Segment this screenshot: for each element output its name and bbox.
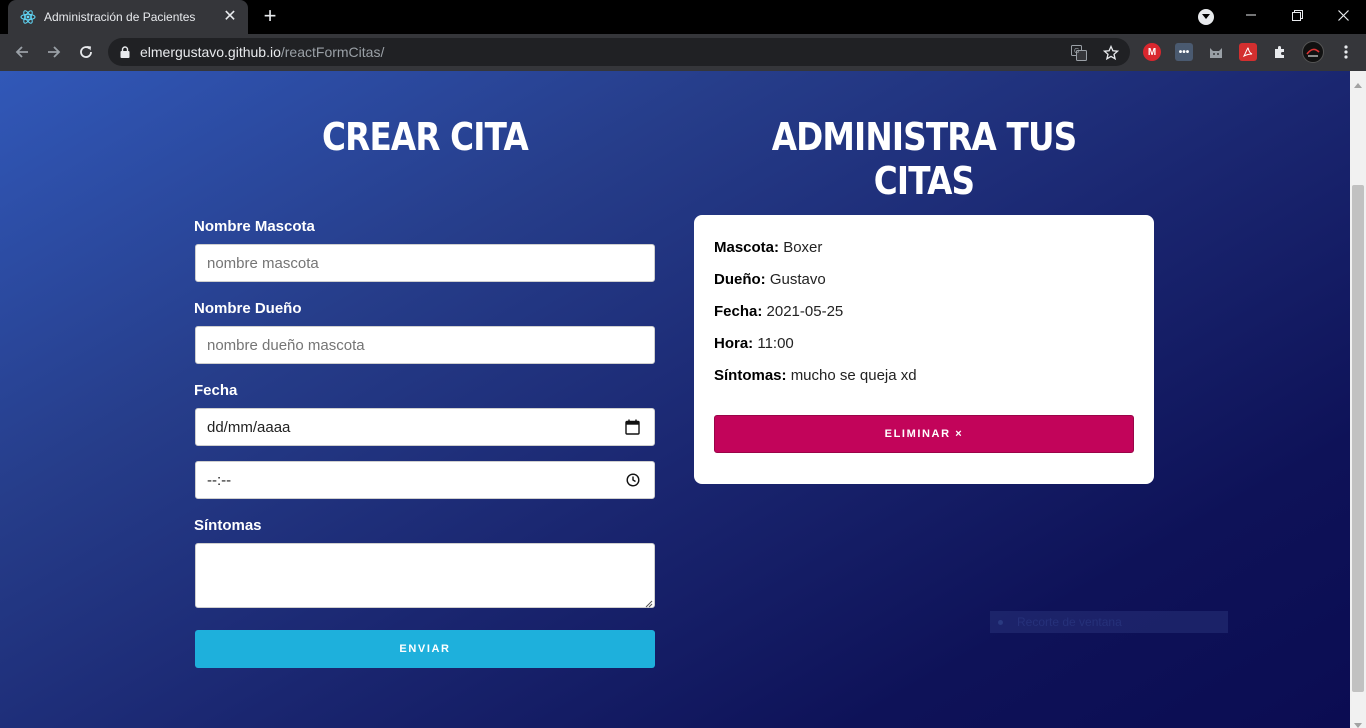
snip-dot-icon [998,619,1003,625]
create-appointment-heading: CREAR CITA [322,115,529,159]
manage-appointments-heading: ADMINISTRA TUS CITAS [771,115,1077,203]
time-value: 11:00 [757,335,794,352]
tab-title: Administración de Pacientes [44,10,196,24]
page-scrollbar[interactable] [1350,71,1366,728]
translate-icon[interactable]: G [1070,44,1088,62]
tab-strip: Administración de Pacientes ✕ + [0,0,1366,34]
date-key: Fecha: [714,303,763,320]
owner-name-label: Nombre Dueño [194,300,302,317]
appointment-symptoms: Síntomas: mucho se queja xd [714,367,917,384]
resize-grip-icon[interactable] [645,595,653,608]
pet-key: Mascota: [714,239,780,256]
date-value: 2021-05-25 [766,303,844,320]
browser-tab[interactable]: Administración de Pacientes ✕ [8,0,248,34]
symptoms-textarea[interactable] [195,543,655,608]
pet-value: Boxer [783,239,823,256]
react-icon [20,9,36,25]
date-input[interactable]: dd/mm/aaaa [195,408,655,446]
browser-toolbar: elmergustavo.github.io/reactFormCitas/ G… [0,34,1366,71]
page-viewport: CREAR CITA ADMINISTRA TUS CITAS Nombre M… [0,71,1350,728]
pet-name-label: Nombre Mascota [194,218,315,235]
time-key: Hora: [714,335,754,352]
bookmark-star-icon[interactable] [1102,44,1120,62]
date-label: Fecha [194,382,238,399]
appointment-owner: Dueño: Gustavo [714,271,826,288]
date-input-value: dd/mm/aaaa [207,418,291,436]
svg-text:G: G [1074,48,1079,55]
reload-icon[interactable] [74,40,98,64]
submit-button[interactable]: ENVIAR [195,630,655,668]
scroll-down-icon[interactable] [1354,716,1362,728]
cat-extension-icon[interactable] [1207,43,1225,61]
owner-name-input[interactable] [195,326,655,364]
browser-menu-icon[interactable] [1334,40,1358,64]
symptoms-key: Síntomas: [714,367,787,384]
time-input-value: --:-- [207,471,232,489]
owner-value: Gustavo [769,271,826,288]
lock-icon[interactable] [120,46,130,58]
appointment-pet: Mascota: Boxer [714,239,822,256]
back-icon[interactable] [10,40,34,64]
appointment-time: Hora: 11:00 [714,335,794,352]
delete-appointment-button[interactable]: ELIMINAR × [714,415,1134,453]
more-dots-extension-icon[interactable]: ••• [1175,43,1193,61]
owner-key: Dueño: [714,271,766,288]
mega-icon[interactable]: M [1143,43,1161,61]
forward-icon[interactable] [42,40,66,64]
clock-icon[interactable] [626,473,640,487]
tab-search-icon[interactable] [1198,9,1214,25]
scroll-up-icon[interactable] [1354,75,1362,88]
url-path: /reactFormCitas/ [280,44,385,60]
minimize-icon[interactable] [1228,0,1274,30]
window-snip-overlay: Recorte de ventana [990,611,1228,633]
calendar-icon[interactable] [625,419,640,435]
address-bar[interactable]: elmergustavo.github.io/reactFormCitas/ G [108,38,1130,66]
symptoms-value: mucho se queja xd [790,367,917,384]
scrollbar-thumb[interactable] [1352,185,1364,692]
time-input[interactable]: --:-- [195,461,655,499]
url-host: elmergustavo.github.io [140,44,281,60]
snip-overlay-text: Recorte de ventana [1017,615,1122,629]
new-tab-button[interactable]: + [258,5,282,29]
pdf-extension-icon[interactable] [1239,43,1257,61]
profile-avatar[interactable] [1302,41,1324,63]
close-window-icon[interactable] [1320,0,1366,30]
puzzle-icon[interactable] [1271,43,1289,61]
tab-close-icon[interactable]: ✕ [222,9,238,25]
appointment-date: Fecha: 2021-05-25 [714,303,843,320]
appointment-card: Mascota: Boxer Dueño: Gustavo Fecha: 202… [694,215,1154,484]
pet-name-input[interactable] [195,244,655,282]
restore-icon[interactable] [1274,0,1320,30]
symptoms-label: Síntomas [194,517,262,534]
